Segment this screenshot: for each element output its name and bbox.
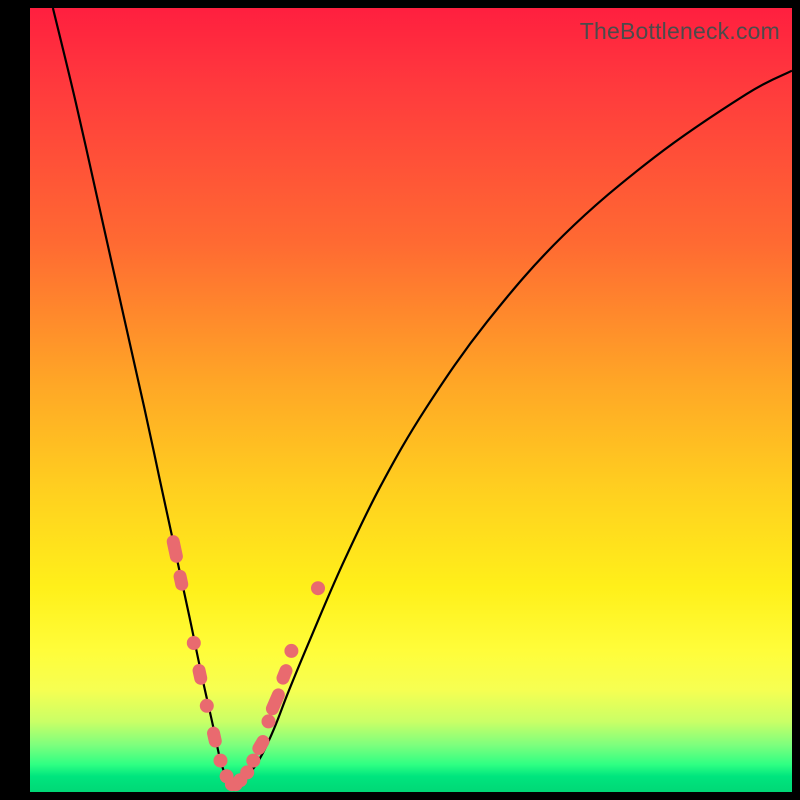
marker-dot (284, 644, 298, 658)
marker-dot (187, 636, 201, 650)
marker-pill (172, 569, 189, 592)
chart-frame: TheBottleneck.com (0, 0, 800, 800)
chart-svg (30, 8, 792, 792)
marker-dot (246, 754, 260, 768)
marker-pill (165, 534, 184, 564)
marker-dot (311, 581, 325, 595)
marker-pill (206, 725, 223, 748)
marker-pill (191, 663, 208, 686)
marker-dot (214, 754, 228, 768)
bottleneck-curve (53, 8, 792, 784)
plot-area: TheBottleneck.com (30, 8, 792, 792)
marker-dot (240, 765, 254, 779)
marker-dot (262, 714, 276, 728)
marker-dot (200, 699, 214, 713)
